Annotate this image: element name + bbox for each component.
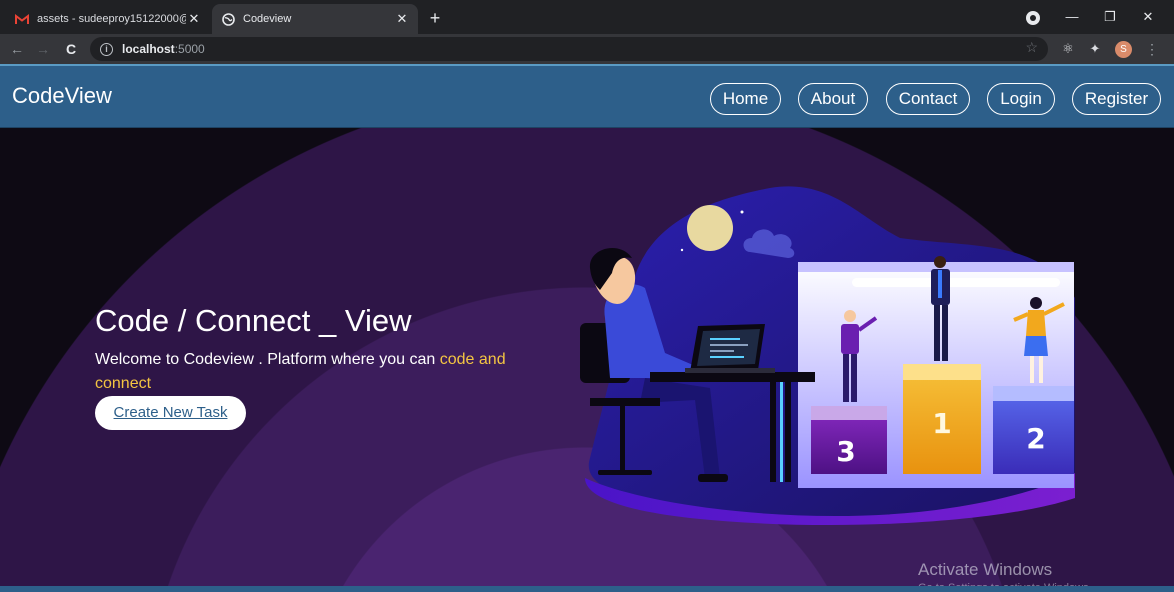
media-control-icon[interactable] xyxy=(1026,11,1040,25)
gmail-icon xyxy=(14,11,30,27)
brand-logo[interactable]: CodeView xyxy=(12,83,112,109)
extensions-puzzle-icon[interactable]: ✦ xyxy=(1087,41,1103,57)
create-new-task-button[interactable]: Create New Task xyxy=(95,396,246,430)
forward-arrow-icon[interactable]: → xyxy=(32,38,54,60)
subline-text: Welcome to Codeview . Platform where you… xyxy=(95,351,440,368)
restore-icon[interactable]: ❐ xyxy=(1099,6,1121,28)
close-icon[interactable]: ✕ xyxy=(394,11,410,27)
menu-kebab-icon[interactable]: ⋮ xyxy=(1145,40,1159,58)
address-port: :5000 xyxy=(174,42,205,56)
podium-second-label: 2 xyxy=(1026,422,1045,455)
new-tab-button[interactable]: + xyxy=(424,7,446,29)
podium-first-label: 1 xyxy=(932,407,951,440)
address-host: localhost xyxy=(122,42,175,56)
tab-title: assets - sudeeproy15122000@gm xyxy=(37,13,186,25)
page-bottom-bar xyxy=(0,586,1174,592)
tab-assets[interactable]: assets - sudeeproy15122000@gm ✕ xyxy=(6,4,210,34)
browser-toolbar: ← → C i localhost:5000 ☆ ⚛ ✦ S ⋮ xyxy=(0,34,1174,64)
globe-icon xyxy=(220,11,236,27)
back-arrow-icon[interactable]: ← xyxy=(6,38,28,60)
nav-home[interactable]: Home xyxy=(710,83,781,115)
nav-login[interactable]: Login xyxy=(987,83,1055,115)
nav-about[interactable]: About xyxy=(798,83,868,115)
reload-icon[interactable]: C xyxy=(60,38,82,60)
minimize-icon[interactable]: — xyxy=(1061,6,1083,28)
hero-illustration: 1 3 2 xyxy=(580,186,1075,526)
nav-contact[interactable]: Contact xyxy=(886,83,970,115)
tab-codeview[interactable]: Codeview ✕ xyxy=(212,4,418,34)
site-navbar: CodeView Home About Contact Login Regist… xyxy=(0,64,1174,128)
tab-title: Codeview xyxy=(243,13,292,25)
windows-activation-watermark: Activate Windows xyxy=(918,560,1053,579)
nav-register[interactable]: Register xyxy=(1072,83,1161,115)
hero-headline: Code / Connect _ View xyxy=(95,303,412,338)
hero-section: Code / Connect _ View Welcome to Codevie… xyxy=(0,128,1174,592)
browser-tab-strip: assets - sudeeproy15122000@gm ✕ Codeview… xyxy=(0,0,1174,34)
bookmark-star-icon[interactable]: ☆ xyxy=(1025,39,1038,56)
address-bar[interactable]: i localhost:5000 ☆ xyxy=(90,37,1048,61)
hero-subline: Welcome to Codeview . Platform where you… xyxy=(95,348,565,396)
react-devtools-icon[interactable]: ⚛ xyxy=(1060,41,1076,57)
podium-third-label: 3 xyxy=(836,435,855,468)
window-close-icon[interactable]: ✕ xyxy=(1137,6,1159,28)
close-icon[interactable]: ✕ xyxy=(186,11,202,27)
info-icon[interactable]: i xyxy=(100,42,113,56)
moon-shape xyxy=(687,205,733,251)
profile-avatar[interactable]: S xyxy=(1115,41,1132,58)
